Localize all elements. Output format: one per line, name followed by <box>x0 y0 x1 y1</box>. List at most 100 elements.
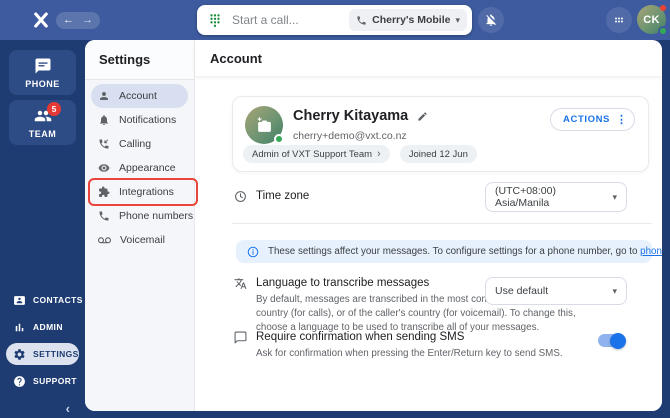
settings-nav-notifications[interactable]: Notifications <box>91 108 188 132</box>
settings-nav-label: Phone numbers <box>119 210 194 222</box>
sidebar-item-label: SETTINGS <box>33 349 79 359</box>
chevron-down-icon: ▾ <box>612 285 617 296</box>
back-arrow-icon[interactable]: ← <box>63 15 74 26</box>
info-icon <box>247 246 259 257</box>
sms-confirmation-toggle[interactable] <box>598 332 626 349</box>
vxt-logo-icon <box>34 12 48 28</box>
chevron-right-icon: › <box>377 147 381 160</box>
chevron-down-icon: ▾ <box>612 191 617 202</box>
phone-icon <box>99 211 109 221</box>
timezone-row: Time zone <box>234 190 309 203</box>
joined-date-chip: Joined 12 Jun <box>399 145 477 163</box>
profile-name: Cherry Kitayama <box>293 108 409 124</box>
actions-button-label: ACTIONS <box>563 114 610 125</box>
settings-nav-label: Appearance <box>119 162 176 174</box>
vxt-app-window: ← → Cherry's Mobile ▾ <box>0 0 670 418</box>
settings-nav-phone-numbers[interactable]: Phone numbers <box>91 204 193 228</box>
sidebar-item-contacts[interactable]: CONTACTS <box>0 289 85 311</box>
sidebar-item-label: PHONE <box>25 78 60 89</box>
settings-nav-label: Integrations <box>119 186 174 198</box>
bar-chart-icon <box>15 323 24 331</box>
settings-nav-appearance[interactable]: Appearance <box>91 156 188 180</box>
settings-nav-account[interactable]: Account <box>91 84 188 108</box>
clock-icon <box>235 191 246 202</box>
translate-icon <box>234 278 247 289</box>
team-membership-chip[interactable]: Admin of VXT Support Team › <box>243 145 390 163</box>
settings-panel-title: Settings <box>85 40 194 80</box>
settings-nav-integrations[interactable]: Integrations <box>91 180 188 204</box>
collapse-sidebar-icon[interactable]: ‹ <box>66 401 70 416</box>
settings-nav-label: Calling <box>119 138 152 150</box>
history-nav: ← → <box>56 12 100 29</box>
user-avatar[interactable]: CK <box>637 5 668 36</box>
top-bar: ← → Cherry's Mobile ▾ <box>0 0 670 40</box>
page-title: Account <box>195 40 662 76</box>
notification-dot <box>660 5 666 11</box>
sidebar-item-phone[interactable]: PHONE <box>9 50 76 95</box>
search-input[interactable] <box>232 13 350 27</box>
voicemail-icon <box>98 236 111 243</box>
sidebar-item-team[interactable]: TEAM 5 <box>9 100 76 145</box>
phone-icon <box>357 15 366 25</box>
camera-add-icon <box>257 116 271 132</box>
primary-sidebar: PHONE TEAM 5 CONTACTS ADMIN SETTINGS SUP… <box>0 40 85 418</box>
bell-off-icon <box>486 14 496 26</box>
sidebar-item-label: ADMIN <box>33 322 63 332</box>
apps-icon <box>615 17 623 23</box>
start-call-search[interactable]: Cherry's Mobile ▾ <box>197 5 472 35</box>
sidebar-item-support[interactable]: SUPPORT <box>0 370 85 392</box>
help-icon <box>14 375 25 387</box>
sidebar-item-admin[interactable]: ADMIN <box>0 316 85 338</box>
sidebar-item-settings[interactable]: SETTINGS <box>6 343 79 365</box>
transcription-language-value: Use default <box>495 285 549 297</box>
notifications-muted-button[interactable] <box>478 7 504 33</box>
device-selector-label: Cherry's Mobile <box>372 14 451 26</box>
profile-avatar[interactable] <box>245 106 284 144</box>
settings-nav-voicemail[interactable]: Voicemail <box>91 228 188 252</box>
sms-confirmation-title: Require confirmation when sending SMS <box>256 331 465 343</box>
team-badge: 5 <box>47 102 61 116</box>
sms-confirmation-row: Require confirmation when sending SMS As… <box>234 331 598 361</box>
settings-nav-list: Account Notifications Calling Appearance… <box>85 80 194 252</box>
phone-numbers-link[interactable]: phone numbers <box>640 246 662 257</box>
settings-nav-label: Voicemail <box>120 234 165 246</box>
transcription-language-dropdown[interactable]: Use default ▾ <box>485 277 627 305</box>
sidebar-bottom-group: CONTACTS ADMIN SETTINGS SUPPORT <box>0 289 85 392</box>
apps-button[interactable] <box>606 7 632 33</box>
account-settings-main: Account Cherry Kitayama cherry+demo@vxt.… <box>195 40 662 411</box>
bell-icon <box>100 115 108 125</box>
profile-card: Cherry Kitayama cherry+demo@vxt.co.nz AC… <box>232 96 649 172</box>
sidebar-item-label: SUPPORT <box>33 376 77 386</box>
info-banner-text: These settings affect your messages. To … <box>268 246 641 257</box>
sms-icon <box>234 331 247 344</box>
timezone-value: (UTC+08:00) Asia/Manila <box>495 185 556 209</box>
settings-nav-calling[interactable]: Calling <box>91 132 188 156</box>
device-selector[interactable]: Cherry's Mobile ▾ <box>349 9 467 31</box>
profile-email: cherry+demo@vxt.co.nz <box>293 130 407 142</box>
dialpad-icon <box>210 14 220 27</box>
forward-arrow-icon[interactable]: → <box>82 15 93 26</box>
content-card: Settings Account Notifications Calling A… <box>85 40 662 411</box>
chat-icon <box>35 58 50 73</box>
settings-nav-label: Account <box>119 90 157 102</box>
settings-nav-label: Notifications <box>119 114 177 126</box>
sms-confirmation-description: Ask for confirmation when pressing the E… <box>256 348 563 359</box>
puzzle-icon <box>99 186 110 197</box>
dots-vertical-icon: ⋮ <box>616 114 627 126</box>
chevron-down-icon: ▾ <box>455 14 460 25</box>
sidebar-item-label: CONTACTS <box>33 295 83 305</box>
eye-icon <box>98 164 110 172</box>
actions-button[interactable]: ACTIONS ⋮ <box>550 108 635 131</box>
avatar-initials: CK <box>643 13 660 26</box>
edit-pencil-icon[interactable] <box>417 111 428 122</box>
toggle-knob <box>610 332 626 349</box>
team-membership-chip-label: Admin of VXT Support Team <box>252 148 373 160</box>
timezone-dropdown[interactable]: (UTC+08:00) Asia/Manila ▾ <box>485 182 627 212</box>
presence-dot <box>274 134 284 144</box>
timezone-label: Time zone <box>256 190 310 202</box>
info-banner: These settings affect your messages. To … <box>236 240 662 263</box>
contacts-icon <box>14 295 25 305</box>
section-divider <box>232 223 652 224</box>
person-icon <box>100 92 108 100</box>
joined-date-chip-label: Joined 12 Jun <box>408 148 468 160</box>
